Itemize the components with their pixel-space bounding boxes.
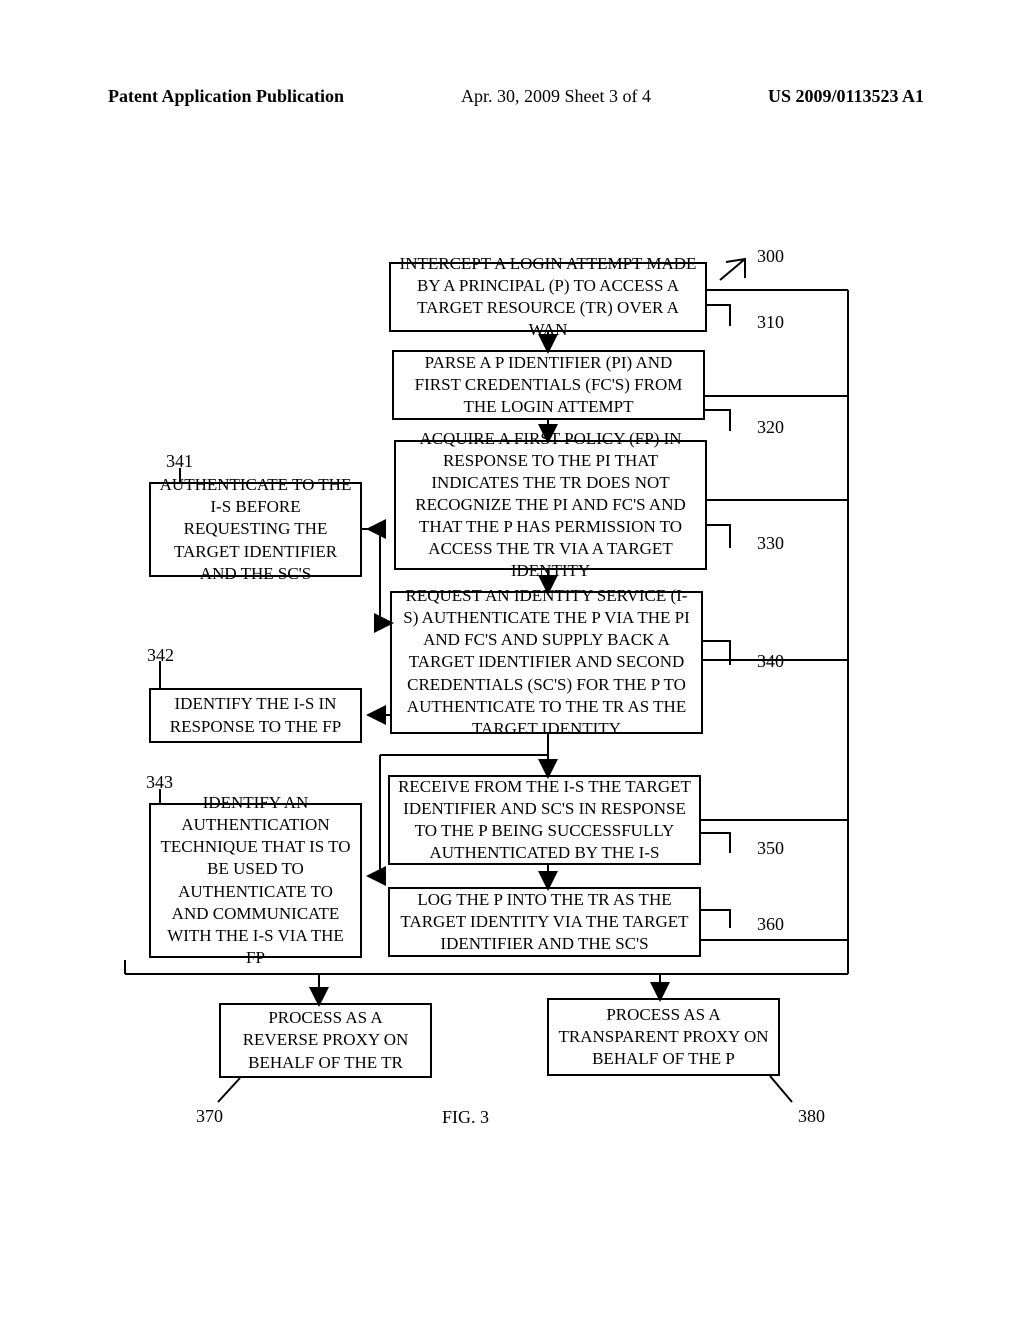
step-340-box: REQUEST AN IDENTITY SERVICE (I-S) AUTHEN… bbox=[390, 591, 703, 734]
label-310: 310 bbox=[757, 312, 784, 333]
step-370-box: PROCESS AS A REVERSE PROXY ON BEHALF OF … bbox=[219, 1003, 432, 1078]
step-330-box: ACQUIRE A FIRST POLICY (FP) IN RESPONSE … bbox=[394, 440, 707, 570]
label-300: 300 bbox=[757, 246, 784, 267]
label-380: 380 bbox=[798, 1106, 825, 1127]
step-310-box: INTERCEPT A LOGIN ATTEMPT MADE BY A PRIN… bbox=[389, 262, 707, 332]
header-right: US 2009/0113523 A1 bbox=[768, 86, 924, 107]
step-320-box: PARSE A P IDENTIFIER (PI) AND FIRST CRED… bbox=[392, 350, 705, 420]
step-350-box: RECEIVE FROM THE I-S THE TARGET IDENTIFI… bbox=[388, 775, 701, 865]
step-342-box: IDENTIFY THE I-S IN RESPONSE TO THE FP bbox=[149, 688, 362, 743]
label-320: 320 bbox=[757, 417, 784, 438]
step-360-box: LOG THE P INTO THE TR AS THE TARGET IDEN… bbox=[388, 887, 701, 957]
label-342: 342 bbox=[147, 645, 174, 666]
label-360: 360 bbox=[757, 914, 784, 935]
step-343-box: IDENTIFY AN AUTHENTICATION TECHNIQUE THA… bbox=[149, 803, 362, 958]
label-370: 370 bbox=[196, 1106, 223, 1127]
label-340: 340 bbox=[757, 651, 784, 672]
label-343: 343 bbox=[146, 772, 173, 793]
figure-label: FIG. 3 bbox=[442, 1107, 489, 1128]
label-350: 350 bbox=[757, 838, 784, 859]
header-mid: Apr. 30, 2009 Sheet 3 of 4 bbox=[461, 86, 651, 107]
step-380-box: PROCESS AS A TRANSPARENT PROXY ON BEHALF… bbox=[547, 998, 780, 1076]
label-341: 341 bbox=[166, 451, 193, 472]
label-330: 330 bbox=[757, 533, 784, 554]
step-341-box: AUTHENTICATE TO THE I-S BEFORE REQUESTIN… bbox=[149, 482, 362, 577]
header-left: Patent Application Publication bbox=[108, 86, 344, 107]
